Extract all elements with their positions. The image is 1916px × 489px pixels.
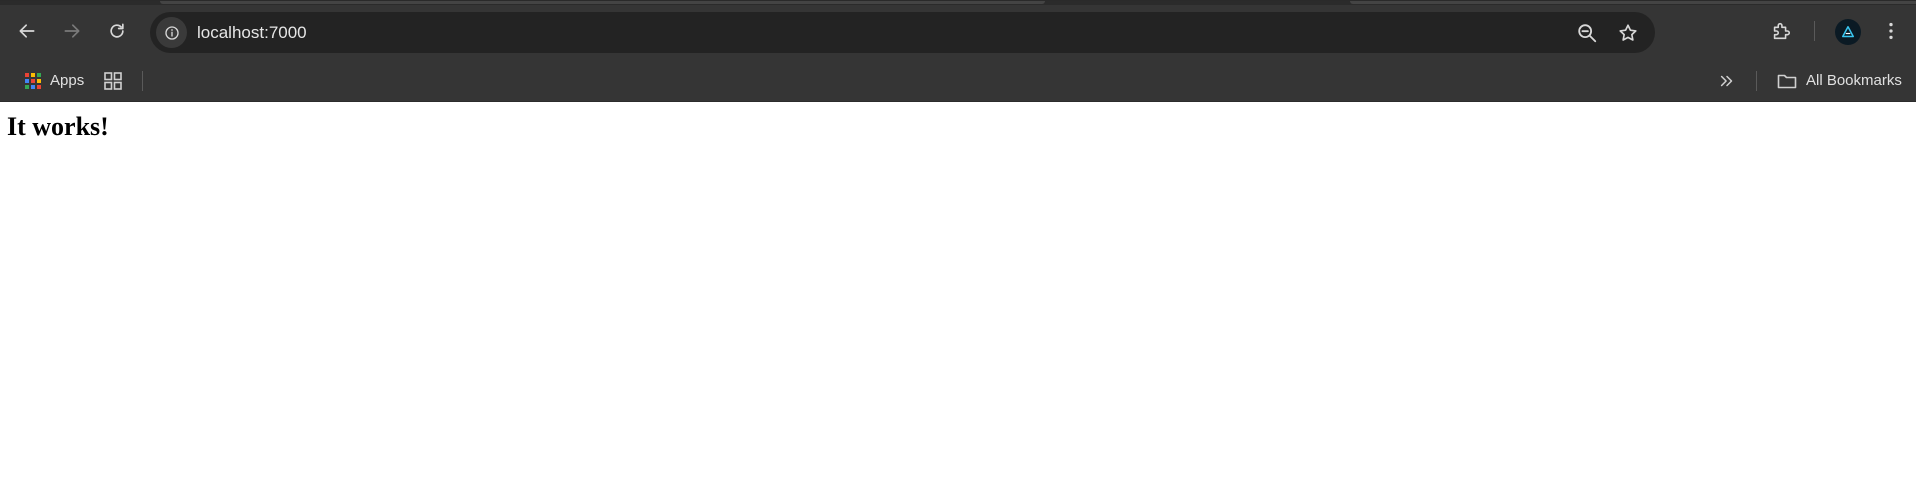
- zoom-out-icon: [1578, 24, 1597, 43]
- toolbar-divider: [1814, 21, 1815, 41]
- folder-icon: [1777, 74, 1797, 88]
- tab-strip-segment: [160, 1, 1045, 4]
- browser-toolbar: localhost:7000: [0, 0, 1916, 60]
- extensions-button[interactable]: [1766, 16, 1796, 46]
- profile-avatar-icon: [1842, 26, 1854, 38]
- chrome-menu-button[interactable]: [1876, 16, 1906, 46]
- page-content: It works!: [0, 102, 1916, 489]
- reload-button[interactable]: [100, 14, 134, 48]
- address-bar[interactable]: localhost:7000: [150, 12, 1655, 53]
- tab-groups-button[interactable]: [103, 60, 123, 101]
- more-vertical-icon: [1889, 22, 1893, 40]
- all-bookmarks-button[interactable]: All Bookmarks: [1776, 60, 1902, 101]
- page-heading: It works!: [7, 112, 109, 141]
- puzzle-icon: [1773, 22, 1791, 40]
- arrow-left-icon: [19, 24, 35, 38]
- bookmarks-divider: [1756, 71, 1757, 91]
- zoom-button[interactable]: [1575, 21, 1599, 45]
- apps-label: Apps: [50, 72, 85, 89]
- info-icon: [164, 25, 179, 40]
- all-bookmarks-label: All Bookmarks: [1806, 72, 1902, 89]
- tab-strip-segment: [1350, 1, 1916, 4]
- profile-button[interactable]: [1835, 19, 1861, 45]
- site-info-button[interactable]: [156, 17, 187, 48]
- apps-bookmark[interactable]: Apps: [24, 60, 84, 101]
- forward-button[interactable]: [55, 14, 89, 48]
- tab-grid-icon: [104, 71, 122, 90]
- reload-icon: [110, 23, 124, 38]
- bookmarks-divider: [142, 71, 143, 91]
- tab-strip: [0, 1, 1916, 5]
- address-bar-url[interactable]: localhost:7000: [197, 12, 307, 53]
- apps-grid-icon: [25, 72, 41, 89]
- arrow-right-icon: [64, 24, 80, 38]
- bookmarks-bar: Apps All Bookmarks: [0, 60, 1916, 102]
- star-icon: [1619, 24, 1637, 41]
- bookmarks-overflow-button[interactable]: [1718, 60, 1736, 101]
- back-button[interactable]: [10, 14, 44, 48]
- bookmark-star-button[interactable]: [1616, 21, 1640, 45]
- chevron-double-right-icon: [1720, 75, 1733, 86]
